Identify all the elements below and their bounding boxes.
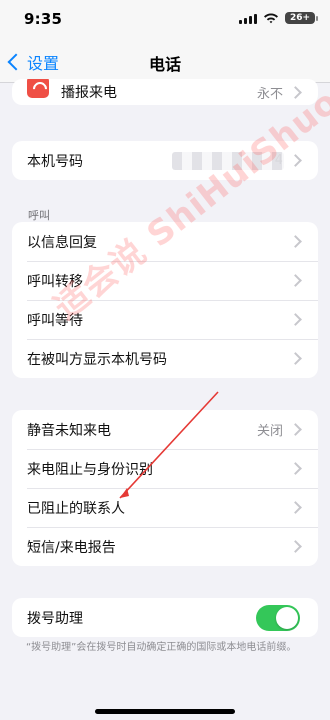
cellular-signal-icon	[239, 12, 257, 24]
my-number-label: 本机号码	[27, 153, 83, 170]
sms-call-reporting-label: 短信/来电报告	[27, 539, 116, 556]
my-number-row[interactable]: 本机号码 4	[12, 141, 318, 180]
call-waiting-row[interactable]: 呼叫等待	[12, 300, 318, 339]
redacted-phone-number	[172, 152, 284, 170]
status-icons: 26+	[239, 12, 318, 24]
dial-assist-label: 拨号助理	[27, 610, 83, 627]
chevron-right-icon	[289, 352, 302, 365]
chevron-right-icon	[289, 313, 302, 326]
chevron-right-icon	[289, 423, 302, 436]
sms-call-reporting-row[interactable]: 短信/来电报告	[12, 527, 318, 566]
dial-assist-toggle[interactable]	[256, 604, 300, 631]
announce-calls-value: 永不	[256, 86, 283, 102]
chevron-right-icon	[289, 274, 302, 287]
status-time: 9:35	[24, 10, 63, 28]
reply-with-message-row[interactable]: 以信息回复	[12, 222, 318, 261]
chevron-right-icon	[289, 462, 302, 475]
battery-tip	[316, 15, 318, 21]
home-indicator	[95, 709, 235, 714]
blocked-contacts-label: 已阻止的联系人	[27, 500, 125, 517]
show-caller-id-row[interactable]: 在被叫方显示本机号码	[12, 339, 318, 378]
announce-calls-label: 播报来电	[61, 85, 117, 101]
wifi-icon	[264, 13, 278, 24]
battery-icon: 26+	[285, 12, 318, 24]
call-blocking-id-row[interactable]: 来电阻止与身份识别	[12, 449, 318, 488]
chevron-right-icon	[289, 85, 302, 99]
show-caller-id-label: 在被叫方显示本机号码	[27, 351, 167, 368]
navigation-bar: 设置 电话	[0, 42, 330, 83]
call-blocking-id-label: 来电阻止与身份识别	[27, 461, 153, 478]
call-forwarding-label: 呼叫转移	[27, 273, 83, 290]
chevron-right-icon	[289, 235, 302, 248]
dial-assist-row: 拨号助理	[12, 598, 318, 637]
silence-unknown-callers-label: 静音未知来电	[27, 422, 111, 439]
blocking-group: 静音未知来电 关闭 来电阻止与身份识别 已阻止的联系人 短信/来电报告	[12, 410, 318, 566]
silence-unknown-callers-value: 关闭	[256, 424, 283, 439]
phone-speaker-icon	[27, 79, 49, 98]
chevron-right-icon	[289, 501, 302, 514]
chevron-right-icon	[289, 540, 302, 553]
reply-with-message-label: 以信息回复	[27, 234, 97, 251]
silence-unknown-callers-row[interactable]: 静音未知来电 关闭	[12, 410, 318, 449]
announce-calls-row[interactable]: 播报来电 永不	[12, 79, 318, 105]
call-forwarding-row[interactable]: 呼叫转移	[12, 261, 318, 300]
dial-assist-group: 拨号助理	[12, 598, 318, 637]
dial-assist-note: “拨号助理”会在拨号时自动确定正确的国际或本地电话前缀。	[26, 642, 297, 653]
battery-level: 26+	[285, 12, 315, 24]
announce-calls-group: 播报来电 永不	[12, 79, 318, 105]
blocked-contacts-row[interactable]: 已阻止的联系人	[12, 488, 318, 527]
call-waiting-label: 呼叫等待	[27, 312, 83, 329]
chevron-right-icon	[289, 154, 302, 167]
toggle-knob	[276, 606, 298, 629]
status-bar: 9:35 26+	[0, 0, 330, 42]
page-title: 电话	[148, 55, 181, 74]
calls-section-header: 呼叫	[28, 209, 50, 222]
my-number-group: 本机号码 4	[12, 141, 318, 180]
calls-group: 以信息回复 呼叫转移 呼叫等待 在被叫方显示本机号码	[12, 222, 318, 378]
